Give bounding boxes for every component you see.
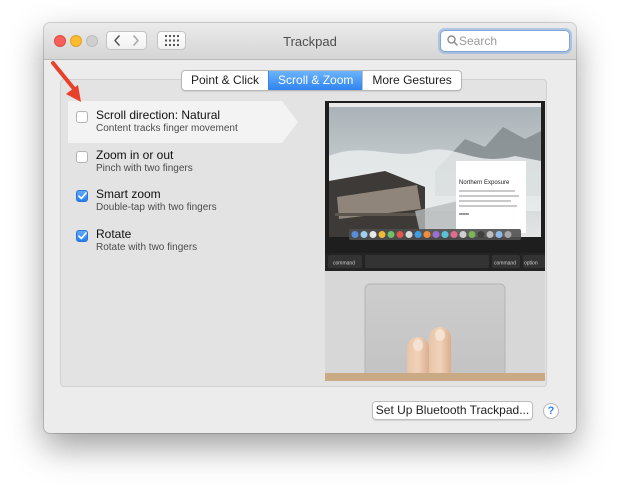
option-label: Zoom in or out <box>96 148 174 162</box>
preview-key-label: command <box>494 261 516 267</box>
option-label: Smart zoom <box>96 187 161 201</box>
zoom-in-out-checkbox[interactable] <box>76 151 88 163</box>
preview-window-title: Northern Exposure <box>459 180 510 186</box>
rotate-checkbox[interactable] <box>76 230 88 242</box>
scroll-direction-checkbox[interactable] <box>76 111 88 123</box>
preview-key-label: command <box>333 261 355 267</box>
help-button[interactable]: ? <box>543 403 559 419</box>
window-title: Trackpad <box>283 34 337 49</box>
back-button[interactable] <box>106 31 127 50</box>
show-all-button[interactable] <box>157 31 186 50</box>
chevron-left-icon <box>113 35 120 46</box>
option-description: Content tracks finger movement <box>96 123 238 134</box>
search-field[interactable] <box>440 30 570 52</box>
option-description: Rotate with two fingers <box>96 242 198 253</box>
gesture-preview: Northern Exposure command command option <box>325 101 545 381</box>
close-button[interactable] <box>54 35 66 47</box>
option-label: Scroll direction: Natural <box>96 108 221 122</box>
tab-scroll-and-zoom[interactable]: Scroll & Zoom <box>268 71 363 90</box>
preview-key-label: option <box>524 261 538 267</box>
red-arrow-icon <box>51 61 81 102</box>
checkmark-icon <box>77 192 87 200</box>
search-input[interactable] <box>459 32 563 50</box>
tab-point-and-click[interactable]: Point & Click <box>182 71 268 90</box>
magnifying-glass-icon <box>447 35 458 46</box>
set-up-bluetooth-trackpad-button[interactable]: Set Up Bluetooth Trackpad... <box>372 401 533 420</box>
minimize-button[interactable] <box>70 35 82 47</box>
title-bar: Trackpad <box>44 23 576 60</box>
trackpad-preferences-window: Trackpad Point & Click Scroll & Zoom Mor… <box>44 23 576 433</box>
smart-zoom-checkbox[interactable] <box>76 190 88 202</box>
grid-icon <box>164 35 179 46</box>
zoom-button[interactable] <box>86 35 98 47</box>
option-description: Double-tap with two fingers <box>96 202 217 213</box>
forward-button[interactable] <box>126 31 147 50</box>
tab-more-gestures[interactable]: More Gestures <box>362 71 460 90</box>
option-label: Rotate <box>96 227 132 241</box>
chevron-right-icon <box>133 35 139 46</box>
checkmark-icon <box>77 232 87 240</box>
gesture-preview-illustration: Northern Exposure command command option <box>325 101 545 381</box>
option-description: Pinch with two fingers <box>96 163 193 174</box>
tab-bar: Point & Click Scroll & Zoom More Gesture… <box>181 70 462 91</box>
